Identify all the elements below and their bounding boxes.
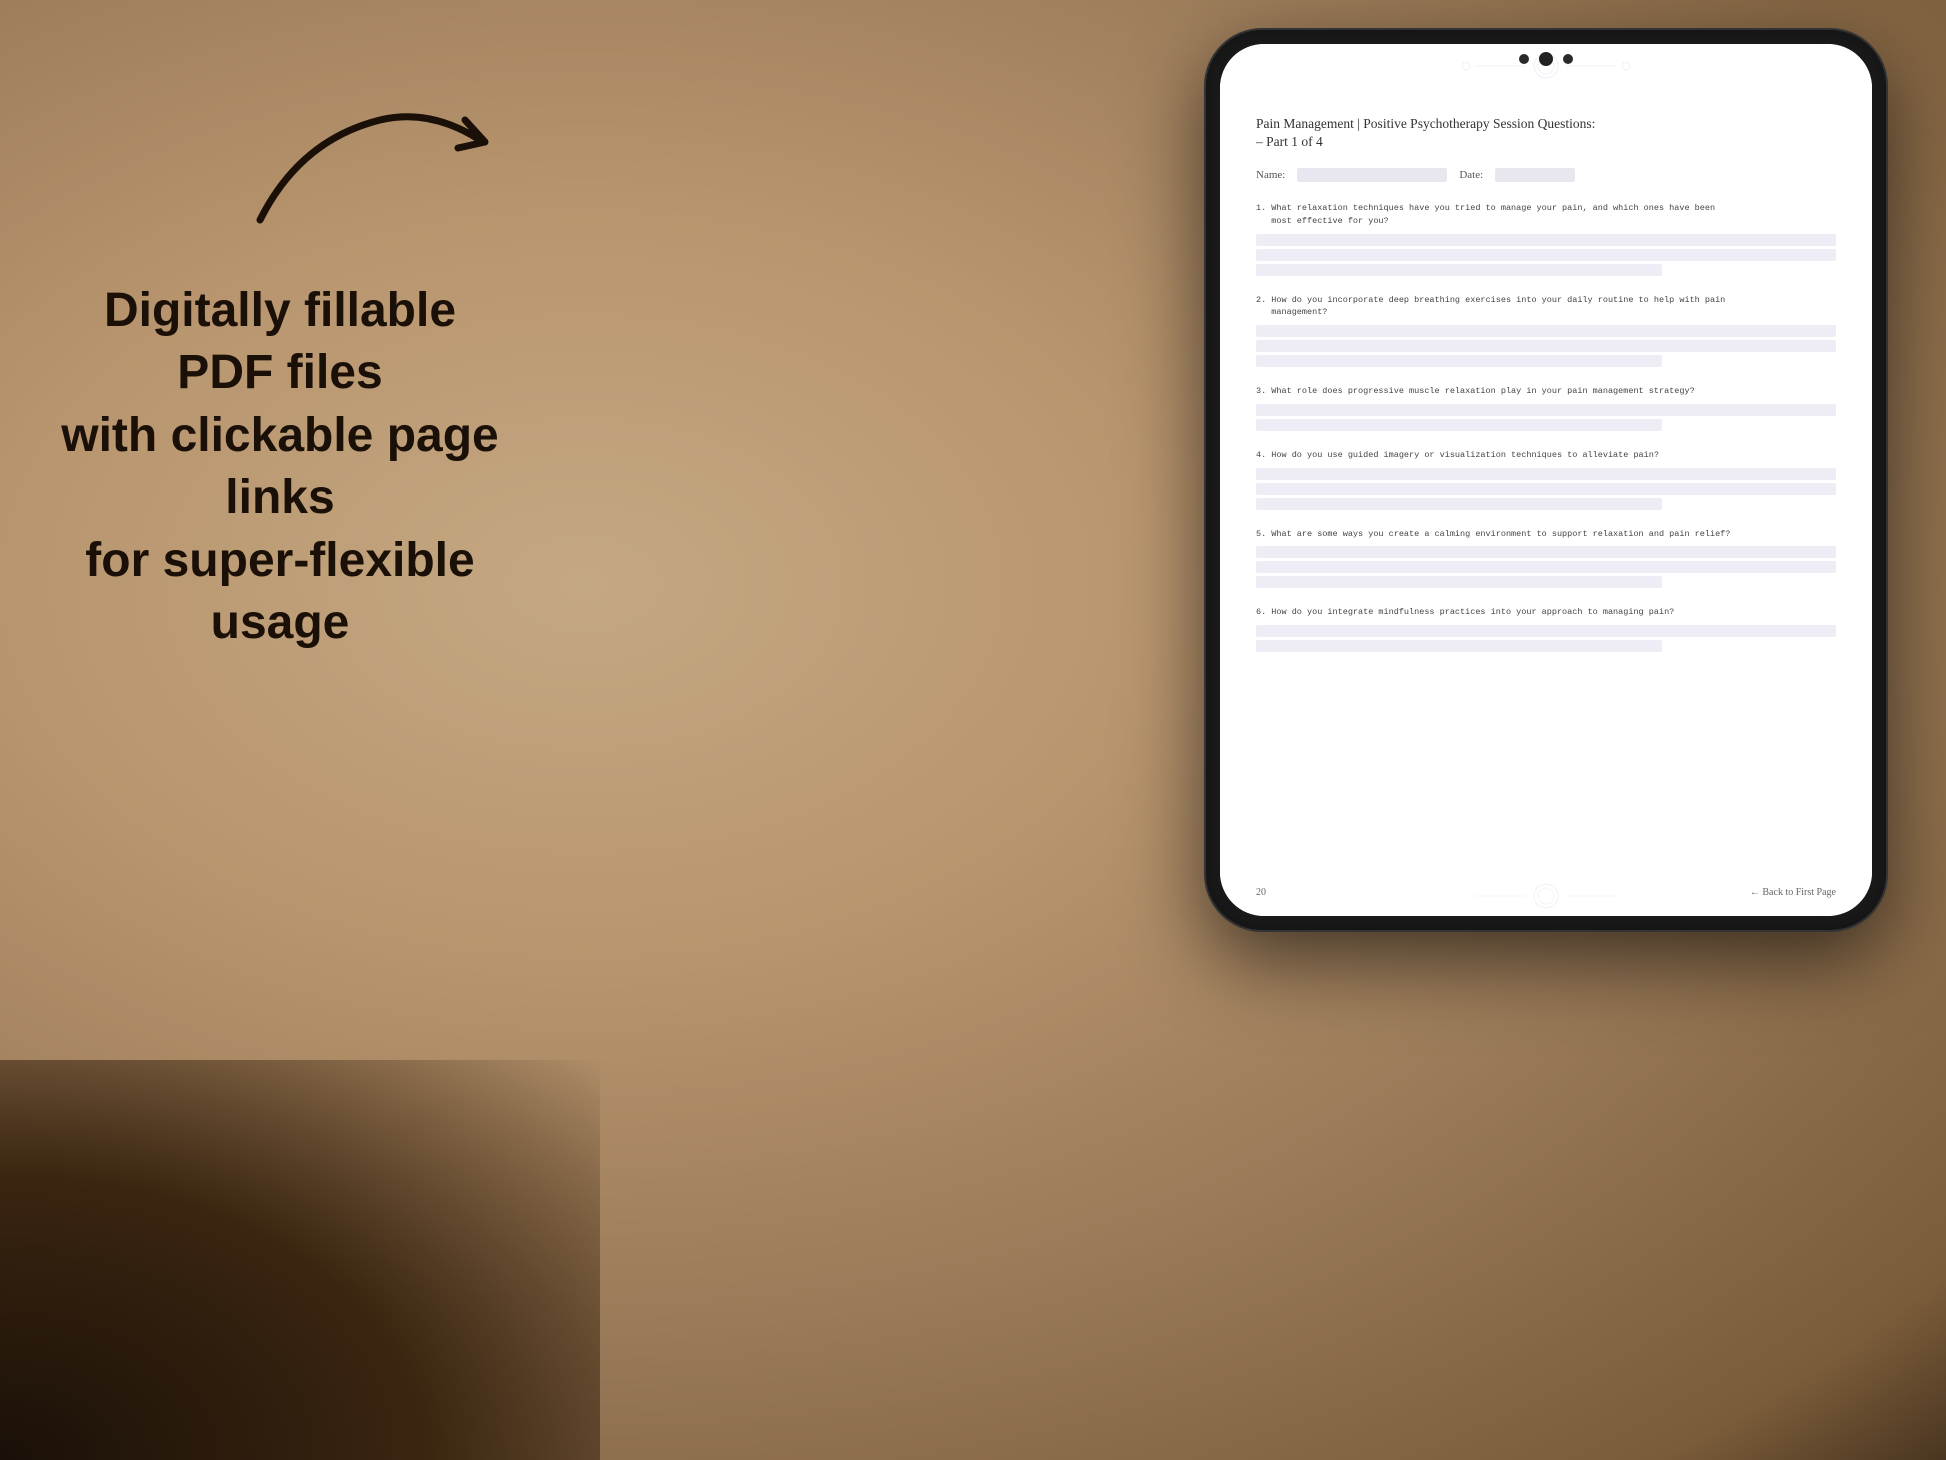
question-4: 4. How do you use guided imagery or visu… [1256,449,1836,510]
question-4-text: 4. How do you use guided imagery or visu… [1256,449,1836,462]
pdf-document: Pain Management | Positive Psychotherapy… [1220,44,1872,916]
question-6-answers [1256,625,1836,652]
question-3-answers [1256,404,1836,431]
question-3-text: 3. What role does progressive muscle rel… [1256,385,1836,398]
promo-line3: for super-flexible usage [85,534,474,649]
answer-line[interactable] [1256,561,1836,573]
tablet-camera [1519,52,1573,66]
question-2: 2. How do you incorporate deep breathing… [1256,294,1836,368]
date-field[interactable] [1495,168,1575,182]
answer-line[interactable] [1256,625,1836,637]
answer-line[interactable] [1256,546,1836,558]
pdf-title-section: Pain Management | Positive Psychotherapy… [1256,116,1836,150]
question-1-text: 1. What relaxation techniques have you t… [1256,202,1836,228]
answer-line[interactable] [1256,264,1662,276]
answer-line[interactable] [1256,483,1836,495]
answer-line[interactable] [1256,325,1836,337]
question-6: 6. How do you integrate mindfulness prac… [1256,606,1836,652]
tablet-screen: Pain Management | Positive Psychotherapy… [1220,44,1872,916]
date-label: Date: [1459,169,1483,181]
camera-lens [1539,52,1553,66]
answer-line[interactable] [1256,340,1836,352]
promo-line1: Digitally fillable PDF files [104,284,456,399]
answer-line[interactable] [1256,468,1836,480]
question-2-text: 2. How do you incorporate deep breathing… [1256,294,1836,320]
name-label: Name: [1256,169,1285,181]
name-field[interactable] [1297,168,1447,182]
answer-line[interactable] [1256,498,1662,510]
question-5: 5. What are some ways you create a calmi… [1256,528,1836,589]
question-1-answers [1256,234,1836,276]
question-1: 1. What relaxation techniques have you t… [1256,202,1836,276]
pdf-subtitle: – Part 1 of 4 [1256,134,1836,150]
promo-line2: with clickable page links [61,409,498,524]
answer-line[interactable] [1256,640,1662,652]
pdf-fields-row: Name: Date: [1256,168,1836,182]
bg-dark-overlay [0,1060,600,1460]
arrow-icon [200,60,520,260]
tablet: Pain Management | Positive Psychotherapy… [1206,30,1886,930]
arrow-container [200,60,520,260]
answer-line[interactable] [1256,404,1836,416]
camera-dot-right [1563,54,1573,64]
promo-text: Digitally fillable PDF files with clicka… [50,280,510,654]
question-4-answers [1256,468,1836,510]
pdf-title: Pain Management | Positive Psychotherapy… [1256,116,1836,132]
answer-line[interactable] [1256,234,1836,246]
answer-line[interactable] [1256,576,1662,588]
answer-line[interactable] [1256,419,1662,431]
answer-line[interactable] [1256,355,1662,367]
tablet-outer: Pain Management | Positive Psychotherapy… [1206,30,1886,930]
question-6-text: 6. How do you integrate mindfulness prac… [1256,606,1836,619]
camera-dot-left [1519,54,1529,64]
question-2-answers [1256,325,1836,367]
question-5-text: 5. What are some ways you create a calmi… [1256,528,1836,541]
answer-line[interactable] [1256,249,1836,261]
question-3: 3. What role does progressive muscle rel… [1256,385,1836,431]
pdf-bottom-decoration [1220,876,1872,916]
pdf-top-decoration [1220,44,1872,89]
question-5-answers [1256,546,1836,588]
